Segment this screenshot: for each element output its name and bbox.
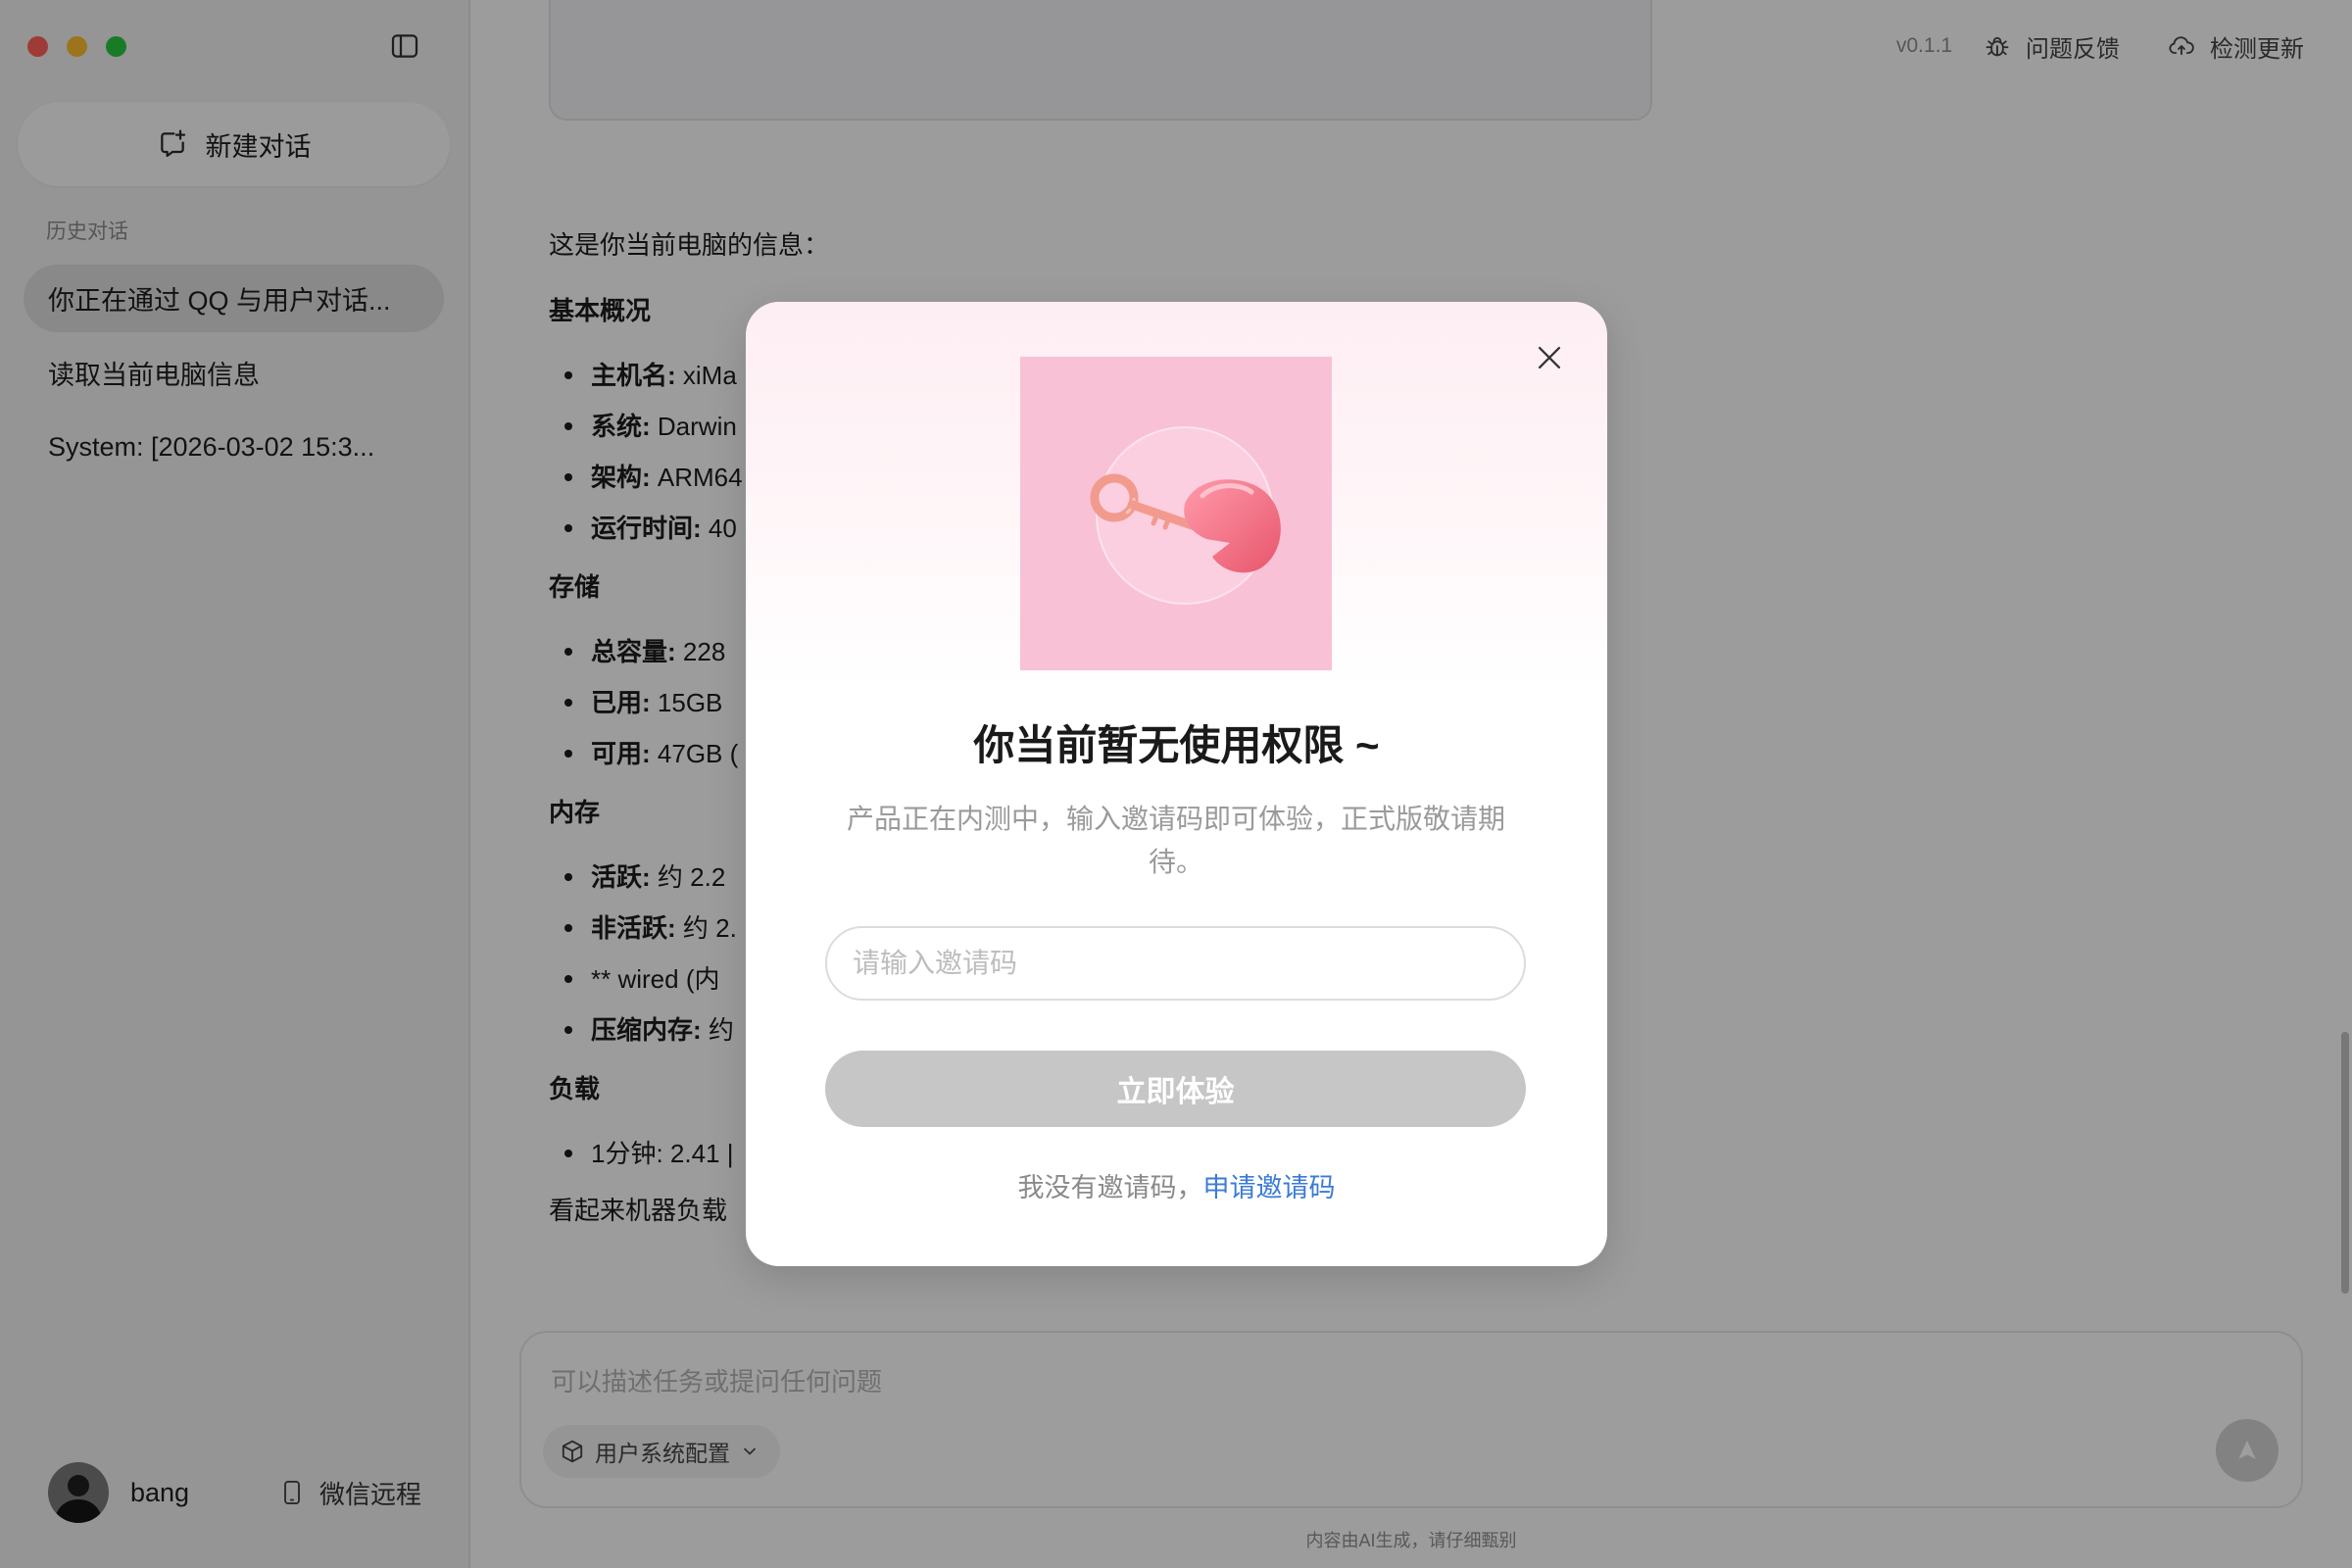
apply-invite-code-link[interactable]: 申请邀请码 [1203, 1173, 1336, 1202]
apply-invite-row: 我没有邀请码，申请邀请码 [746, 1171, 1607, 1204]
dialog-title: 你当前暂无使用权限 ~ [973, 722, 1380, 768]
close-icon[interactable] [1533, 341, 1566, 374]
try-now-button[interactable]: 立即体验 [825, 1051, 1526, 1127]
key-unlock-illustration [1020, 357, 1332, 670]
invite-code-input[interactable] [825, 926, 1526, 1001]
invite-code-dialog: 你当前暂无使用权限 ~ 产品正在内测中，输入邀请码即可体验，正式版敬请期待。 立… [746, 302, 1607, 1266]
dialog-description: 产品正在内测中，输入邀请码即可体验，正式版敬请期待。 [846, 804, 1505, 877]
no-invite-code-text: 我没有邀请码， [1017, 1173, 1203, 1202]
